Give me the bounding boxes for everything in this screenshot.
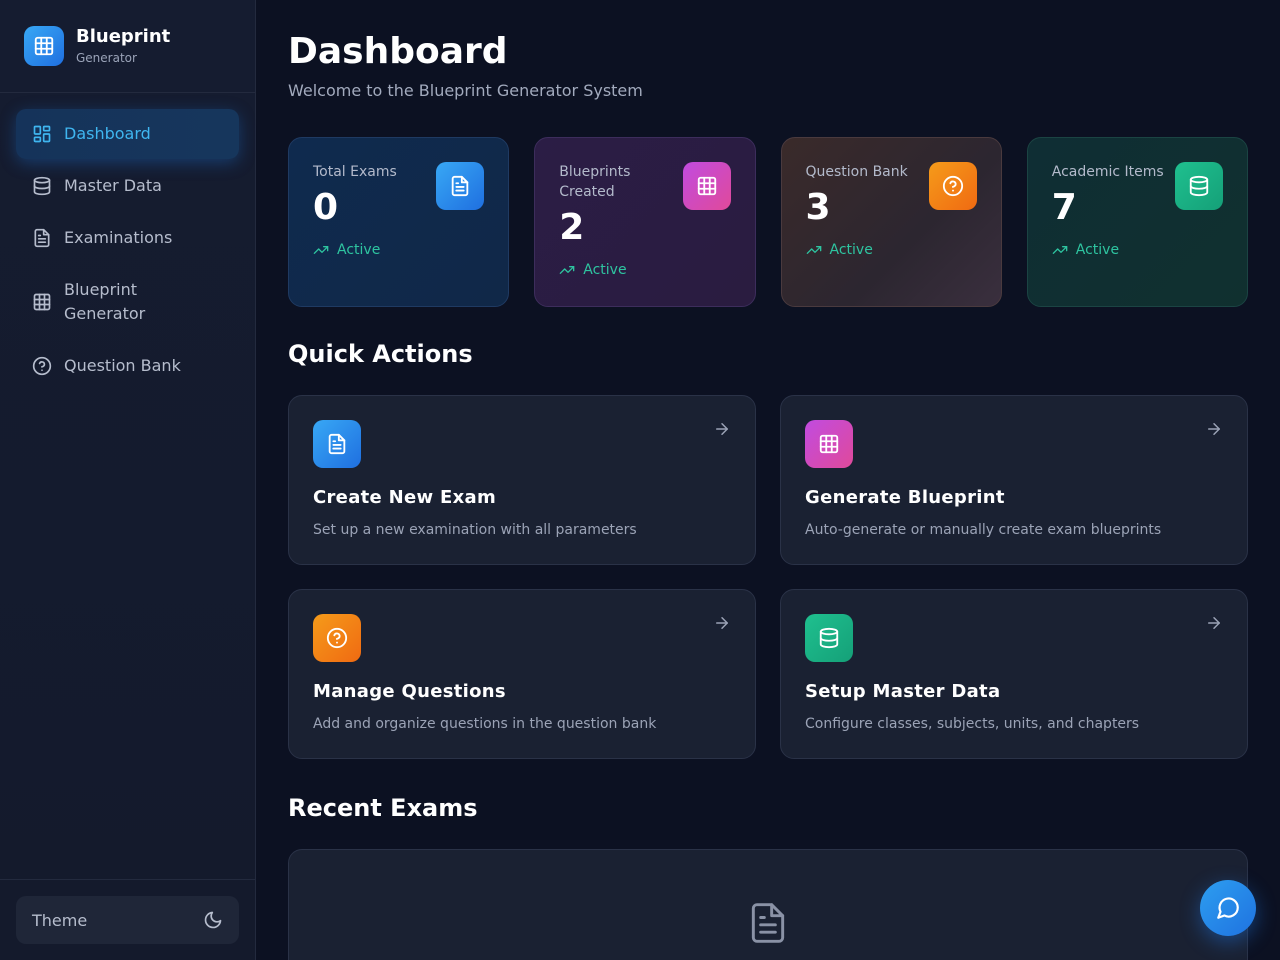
database-icon: [805, 614, 853, 662]
database-icon: [1175, 162, 1223, 210]
action-title: Manage Questions: [313, 681, 506, 702]
sidebar-item-label: Master Data: [64, 176, 162, 195]
theme-toggle-button[interactable]: Theme: [16, 896, 239, 944]
arrow-right-icon[interactable]: [713, 614, 731, 632]
stat-label: Question Bank: [805, 164, 908, 180]
grid-icon: [33, 293, 51, 311]
help-circle-icon: [313, 614, 361, 662]
brand-title: Blueprint: [76, 26, 171, 47]
file-text-icon: [751, 903, 785, 943]
stat-status: Active: [806, 242, 977, 258]
stat-status: Active: [559, 262, 730, 278]
stat-card-blueprints-created[interactable]: Blueprints Created 2 Active: [534, 137, 756, 307]
stats-row: Total Exams 0 Active Blueprints Created …: [288, 137, 1248, 307]
action-title: Setup Master Data: [805, 681, 1001, 702]
action-description: Configure classes, subjects, units, and …: [805, 716, 1140, 732]
chat-button[interactable]: [1200, 880, 1256, 936]
trending-up-icon: [806, 246, 821, 254]
grid-icon: [805, 420, 853, 468]
theme-bar: Theme: [0, 879, 255, 960]
brand-subtitle: Generator: [76, 51, 137, 65]
stat-label: Academic Items: [1051, 164, 1164, 180]
sidebar-item-master-data[interactable]: Master Data: [16, 161, 239, 211]
action-title: Generate Blueprint: [805, 487, 1005, 508]
create-new-exam-card[interactable]: Create New Exam Set up a new examination…: [288, 395, 756, 565]
recent-exams-title: Recent Exams: [288, 794, 478, 822]
stat-status-label: Active: [337, 242, 381, 258]
help-circle-icon: [32, 356, 52, 376]
action-title: Create New Exam: [313, 487, 496, 508]
layout-dashboard-icon: [33, 125, 51, 143]
setup-master-data-card[interactable]: Setup Master Data Configure classes, sub…: [780, 589, 1248, 759]
sidebar-item-label: Question Bank: [64, 356, 181, 375]
stat-card-question-bank[interactable]: Question Bank 3 Active: [780, 137, 1002, 307]
database-icon: [33, 176, 51, 196]
arrow-right-icon[interactable]: [713, 420, 731, 438]
message-circle-icon: [1217, 897, 1239, 919]
page-subtitle: Welcome to the Blueprint Generator Syste…: [288, 81, 643, 100]
grid-icon: [682, 162, 731, 210]
trending-up-icon: [559, 266, 575, 274]
arrow-right-icon[interactable]: [1205, 614, 1223, 632]
brand[interactable]: Blueprint Generator: [0, 0, 255, 93]
sidebar-nav: Dashboard Master Data Examinations Bluep…: [0, 93, 255, 391]
file-text-icon: [436, 162, 485, 210]
stat-status-label: Active: [1075, 242, 1120, 258]
recent-exams-panel: [288, 849, 1248, 960]
sidebar-item-question-bank[interactable]: Question Bank: [16, 341, 239, 391]
arrow-right-icon[interactable]: [1205, 420, 1223, 438]
quick-actions-title: Quick Actions: [288, 340, 473, 368]
action-description: Auto-generate or manually create exam bl…: [805, 522, 1162, 538]
manage-questions-card[interactable]: Manage Questions Add and organize questi…: [288, 589, 756, 759]
stat-status: Active: [313, 242, 484, 258]
file-text-icon: [313, 420, 361, 468]
theme-label: Theme: [32, 910, 88, 930]
file-text-icon: [34, 228, 50, 248]
action-description: Add and organize questions in the questi…: [313, 716, 657, 732]
main-content: Dashboard Welcome to the Blueprint Gener…: [288, 0, 1248, 960]
quick-actions-grid: Create New Exam Set up a new examination…: [288, 395, 1248, 759]
stat-card-academic-items[interactable]: Academic Items 7 Active: [1026, 137, 1248, 307]
sidebar-item-examinations[interactable]: Examinations: [16, 213, 239, 263]
moon-icon: [204, 911, 222, 929]
stat-status-label: Active: [829, 242, 873, 258]
stat-status: Active: [1052, 242, 1223, 258]
stat-value: 2: [559, 207, 585, 248]
stat-label: Blueprints Created: [559, 164, 631, 200]
sidebar-item-blueprint-generator[interactable]: Blueprint Generator: [16, 265, 239, 339]
sidebar-item-label: Examinations: [64, 228, 173, 247]
grid-icon: [24, 26, 64, 66]
page-title: Dashboard: [288, 31, 508, 72]
generate-blueprint-card[interactable]: Generate Blueprint Auto-generate or manu…: [780, 395, 1248, 565]
trending-up-icon: [313, 246, 329, 254]
stat-status-label: Active: [583, 262, 627, 278]
sidebar: Blueprint Generator Dashboard Master Dat…: [0, 0, 256, 960]
sidebar-item-label: Blueprint Generator: [64, 280, 146, 323]
trending-up-icon: [1052, 246, 1068, 254]
action-description: Set up a new examination with all parame…: [313, 522, 637, 538]
stat-label: Total Exams: [313, 164, 397, 180]
stat-card-total-exams[interactable]: Total Exams 0 Active: [288, 137, 510, 307]
help-circle-icon: [928, 162, 977, 210]
sidebar-item-label: Dashboard: [64, 124, 151, 143]
sidebar-item-dashboard[interactable]: Dashboard: [16, 109, 239, 159]
